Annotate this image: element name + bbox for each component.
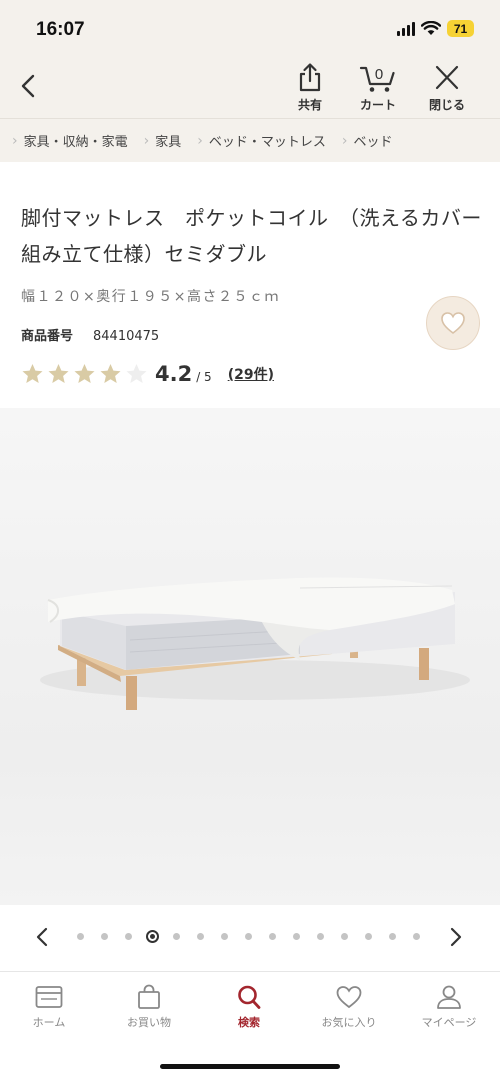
chevron-right-icon: › (12, 132, 18, 149)
tab-home[interactable]: ホーム (9, 984, 89, 1030)
share-label: 共有 (297, 98, 322, 112)
battery-indicator: 71 (447, 20, 474, 37)
close-label: 閉じる (428, 98, 465, 112)
mattress-bed-image (40, 577, 470, 710)
chevron-left-icon (36, 927, 48, 947)
carousel-dot[interactable] (173, 933, 180, 940)
carousel-next-button[interactable] (442, 922, 468, 952)
carousel-dot[interactable] (125, 933, 132, 940)
star-filled-icon (74, 364, 95, 383)
tab-mypage[interactable]: マイページ (409, 984, 489, 1030)
status-icons: 71 (397, 20, 474, 37)
bottom-tab-bar: ホーム お買い物 検索 お気に入り マイページ (0, 972, 500, 1080)
chevron-right-icon: › (143, 132, 150, 149)
bag-icon (138, 984, 160, 1009)
card-icon (35, 986, 63, 1008)
status-bar: 16:07 71 (0, 0, 500, 58)
favorite-button[interactable] (426, 296, 480, 350)
chevron-left-icon (21, 74, 35, 98)
product-title: 脚付マットレス ポケットコイル （洗えるカバー 組み立て仕様）セミダブル (21, 206, 500, 266)
carousel-dot[interactable] (293, 933, 300, 940)
rating-max: / 5 (196, 370, 212, 384)
carousel-dots (74, 927, 424, 947)
star-filled-icon (48, 364, 69, 383)
tab-home-label: ホーム (32, 1016, 66, 1029)
chevron-right-icon: › (341, 132, 348, 149)
product-image[interactable] (0, 408, 500, 905)
product-number-label: 商品番号 (21, 329, 74, 344)
carousel-dot[interactable] (389, 933, 396, 940)
share-button[interactable]: 共有 (282, 62, 338, 116)
rating: 4.2 / 5 (29件) (20, 362, 274, 386)
carousel-dot-active[interactable] (146, 930, 159, 943)
breadcrumb-item[interactable]: › ベッド (340, 131, 393, 151)
home-indicator (160, 1064, 340, 1069)
carousel-dot[interactable] (317, 933, 324, 940)
rating-value: 4.2 (155, 362, 193, 386)
image-carousel (0, 905, 500, 972)
star-filled-icon (100, 364, 121, 383)
tab-search-label: 検索 (238, 1016, 260, 1029)
tab-shopping-label: お買い物 (127, 1016, 171, 1029)
close-button[interactable]: 閉じる (419, 62, 475, 116)
signal-icon (397, 21, 415, 36)
product-number: 商品番号 84410475 (21, 325, 159, 344)
carousel-dot[interactable] (245, 933, 252, 940)
product-info: 脚付マットレス ポケットコイル （洗えるカバー 組み立て仕様）セミダブル 幅１２… (0, 162, 500, 408)
product-dimensions: 幅１２０×奥行１９５×高さ２５ｃｍ (21, 289, 280, 305)
status-time: 16:07 (36, 19, 85, 40)
search-icon (238, 985, 261, 1009)
wifi-icon (421, 21, 441, 35)
back-button[interactable] (14, 70, 44, 102)
carousel-dot[interactable] (365, 933, 372, 940)
rating-stars (20, 362, 149, 386)
heart-icon (336, 986, 362, 1009)
breadcrumb-item[interactable]: › 家具・収納・家電 (10, 131, 128, 151)
carousel-dot[interactable] (221, 933, 228, 940)
star-filled-icon (22, 364, 43, 383)
tab-favorites[interactable]: お気に入り (309, 984, 389, 1030)
carousel-dot[interactable] (77, 933, 84, 940)
product-number-value: 84410475 (93, 329, 160, 344)
user-icon (437, 985, 461, 1009)
review-count-link[interactable]: (29件) (228, 364, 274, 384)
tab-search[interactable]: 検索 (209, 984, 289, 1030)
breadcrumb-item[interactable]: › 家具 (142, 131, 182, 151)
cart-label: カート (359, 98, 396, 112)
chevron-right-icon (450, 927, 462, 947)
carousel-dot[interactable] (197, 933, 204, 940)
breadcrumb-item[interactable]: › ベッド・マットレス (195, 131, 326, 151)
carousel-prev-button[interactable] (30, 922, 56, 952)
tab-favorites-label: お気に入り (321, 1016, 377, 1029)
share-icon (299, 63, 321, 92)
chevron-right-icon: › (197, 132, 203, 149)
close-icon (435, 65, 459, 90)
heart-icon (441, 312, 465, 335)
cart-icon: 0 (359, 66, 395, 92)
top-nav: 共有 0 カート 閉じる (0, 58, 500, 118)
carousel-dot[interactable] (101, 933, 108, 940)
carousel-dot[interactable] (269, 933, 276, 940)
carousel-dot[interactable] (341, 933, 348, 940)
breadcrumb: › 家具・収納・家電 › 家具 › ベッド・マットレス › ベッド (0, 118, 500, 162)
tab-shopping[interactable]: お買い物 (109, 984, 189, 1030)
tab-mypage-label: マイページ (421, 1016, 477, 1029)
carousel-dot[interactable] (413, 933, 420, 940)
cart-button[interactable]: 0 カート (350, 62, 406, 116)
cart-badge: 0 (375, 66, 383, 83)
star-empty-icon (126, 364, 147, 383)
